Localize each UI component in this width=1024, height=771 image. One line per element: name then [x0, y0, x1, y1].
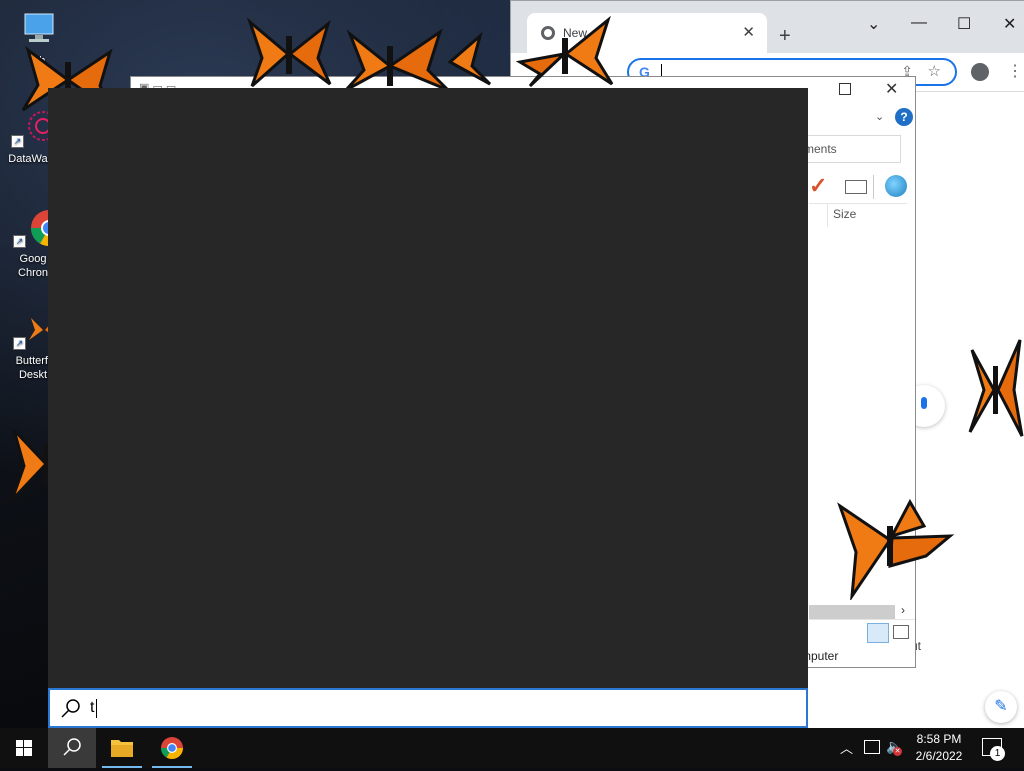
taskbar-file-explorer[interactable] [98, 728, 146, 768]
network-icon[interactable] [864, 740, 880, 754]
desktop-icon-label: Goog Chron [18, 253, 48, 279]
volume-muted-badge-icon: ✕ [893, 747, 902, 756]
ribbon-expand-chevron-icon[interactable]: ⌄ [875, 110, 884, 123]
butterfly-decoration [837, 498, 955, 600]
butterfly-decoration [515, 15, 614, 88]
chrome-icon: ↗ [13, 208, 67, 248]
microphone-icon [921, 397, 927, 409]
notification-count-badge: 1 [990, 746, 1005, 761]
chrome-icon [161, 737, 183, 759]
shortcut-arrow-icon: ↗ [13, 337, 26, 350]
customize-chrome-pencil-icon[interactable]: ✎ [985, 691, 1017, 723]
start-search-box[interactable]: t [48, 688, 808, 728]
clock-time: 8:58 PM [916, 732, 962, 746]
text-cursor [96, 699, 97, 718]
search-icon [61, 699, 80, 718]
status-divider [809, 619, 915, 620]
tab-search-chevron-icon[interactable]: ⌄ [867, 14, 880, 34]
explorer-maximize-button[interactable] [839, 83, 851, 95]
butterfly-decoration [344, 28, 492, 92]
windows-logo-icon [16, 740, 32, 756]
system-clock[interactable]: 8:58 PM 2/6/2022 [910, 731, 968, 765]
close-button[interactable]: ✕ [1003, 14, 1016, 34]
explorer-search-box[interactable]: ments [795, 135, 901, 163]
explorer-close-button[interactable]: ✕ [885, 79, 898, 99]
maximize-button[interactable]: ☐ [957, 14, 971, 34]
scroll-right-icon[interactable]: › [901, 603, 905, 617]
butterfly-decoration [968, 339, 1024, 437]
new-tab-button[interactable]: + [779, 25, 791, 48]
taskbar: ︿ 🔈 ✕ 8:58 PM 2/6/2022 1 [0, 728, 1024, 768]
start-button[interactable] [0, 728, 48, 768]
search-icon [63, 738, 81, 756]
minimize-button[interactable]: — [911, 14, 927, 32]
folder-icon [111, 740, 133, 757]
bookmark-star-icon[interactable]: ☆ [928, 62, 941, 80]
start-search-panel [48, 88, 808, 688]
details-view-icon[interactable] [867, 623, 889, 643]
butterfly-decoration [246, 17, 332, 88]
show-hidden-icons-chevron-icon[interactable]: ︿ [840, 738, 853, 757]
search-query-text[interactable]: t [90, 699, 94, 717]
taskbar-google-chrome[interactable] [148, 728, 196, 768]
column-header-size[interactable]: Size [833, 207, 856, 221]
tab-close-icon[interactable]: ✕ [742, 23, 755, 41]
shortcut-arrow-icon: ↗ [13, 235, 26, 248]
horizontal-scrollbar[interactable] [809, 605, 895, 619]
shortcut-arrow-icon: ↗ [11, 135, 24, 148]
globe-icon[interactable] [885, 175, 907, 197]
large-icons-view-icon[interactable] [893, 625, 909, 639]
butterfly-icon: ↗ [13, 310, 59, 350]
desktop-icon-label: DataWag [8, 153, 54, 165]
column-divider[interactable] [827, 203, 828, 227]
header-divider [809, 203, 907, 204]
help-icon[interactable]: ? [895, 108, 913, 126]
email-icon[interactable] [845, 180, 867, 194]
profile-avatar-icon[interactable] [971, 63, 989, 81]
toolbar-separator [873, 175, 874, 199]
chrome-menu-icon[interactable]: ⋮ [1007, 61, 1023, 81]
clock-date: 2/6/2022 [915, 749, 963, 763]
checkmark-icon[interactable]: ✓ [809, 173, 827, 199]
taskbar-search-button[interactable] [48, 728, 96, 768]
